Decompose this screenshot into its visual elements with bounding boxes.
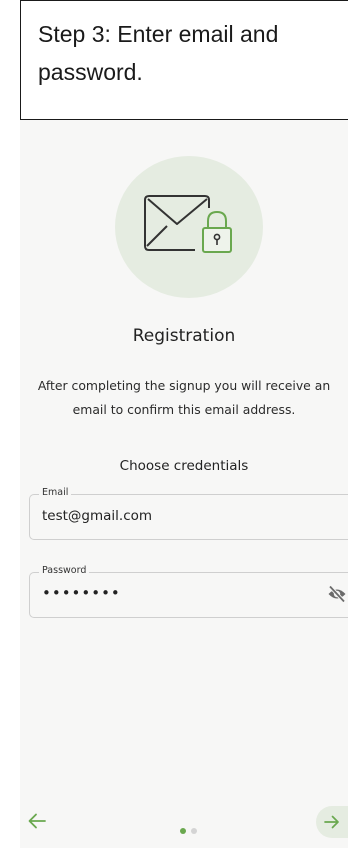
page-dot-active (180, 828, 186, 834)
instruction-caption-text: Step 3: Enter email and password. (38, 21, 279, 85)
arrow-right-icon (324, 815, 339, 829)
instruction-caption: Step 3: Enter email and password. (20, 0, 348, 120)
page-indicator (180, 821, 198, 839)
registration-description: After completing the signup you will rec… (37, 378, 331, 417)
password-input[interactable]: •••••••• (42, 584, 322, 602)
envelope-lock-icon (144, 195, 232, 253)
email-field[interactable]: Email test@gmail.com (29, 487, 348, 540)
credentials-heading: Choose credentials (119, 458, 249, 474)
bottom-navigation (20, 796, 348, 848)
page-title: Registration (132, 326, 236, 346)
arrow-left-icon[interactable] (26, 810, 48, 837)
hero-illustration (115, 156, 263, 298)
next-button[interactable] (316, 806, 348, 838)
eye-off-icon[interactable] (327, 585, 347, 608)
email-field-label: Email (39, 487, 72, 498)
email-input[interactable]: test@gmail.com (42, 508, 322, 524)
password-field-label: Password (39, 565, 90, 576)
registration-screen: Registration After completing the signup… (20, 120, 348, 848)
page-dot-inactive (191, 828, 198, 834)
password-field[interactable]: Password •••••••• (29, 565, 348, 618)
